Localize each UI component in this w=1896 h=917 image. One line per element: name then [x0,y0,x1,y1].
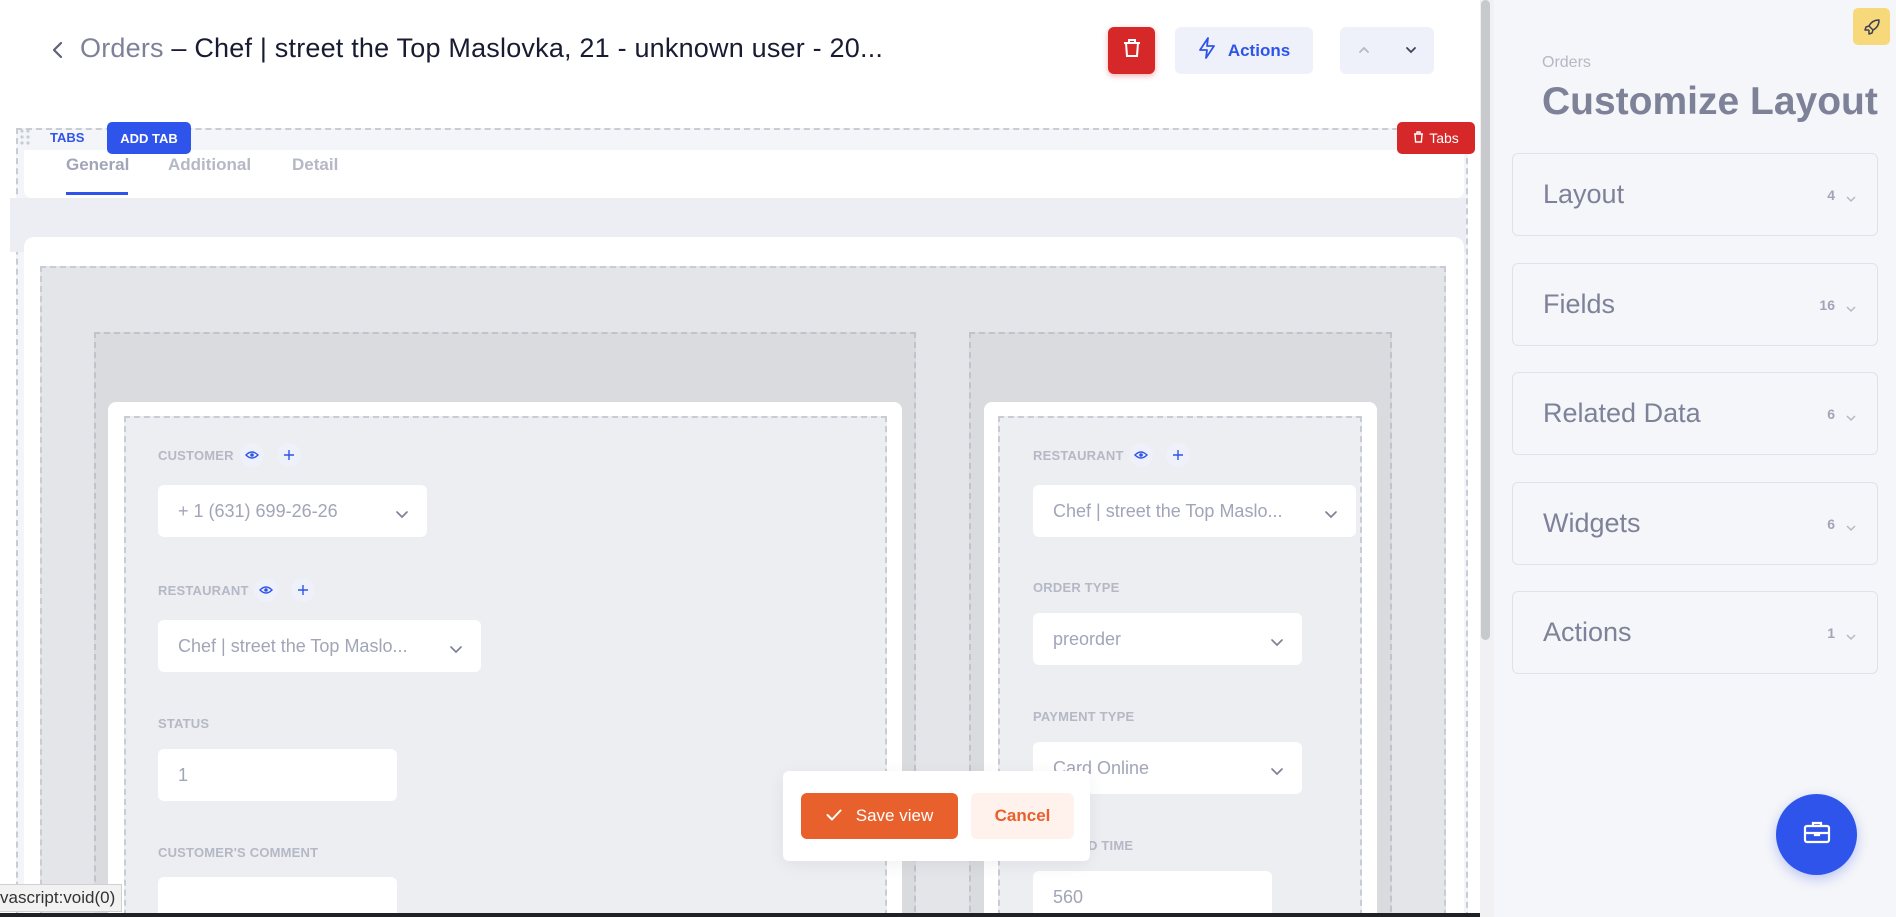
trash-icon [1413,130,1424,146]
panel-item-count: 16 [1819,297,1835,313]
actions-button-label: Actions [1227,40,1291,60]
trash-icon [1123,38,1141,63]
time-input-value: 560 [1053,886,1084,907]
customer-label: CUSTOMER [158,448,234,463]
order-type-select[interactable]: preorder [1033,613,1302,665]
panel-item-related-data[interactable]: Related Data 6 [1512,372,1878,455]
briefcase-icon [1803,820,1831,849]
time-label: D TIME [1088,838,1134,853]
toolbox-button[interactable] [1776,794,1857,875]
plus-icon[interactable] [277,443,301,467]
eye-icon[interactable] [1129,443,1153,467]
status-bar-link: vascript:void(0) [0,884,123,912]
status-input[interactable]: 1 [158,749,397,801]
panel-item-count: 4 [1827,187,1835,203]
chevron-down-icon [1845,628,1857,646]
active-tab-indicator [66,192,128,195]
tab-detail[interactable]: Detail [292,155,338,175]
panel-item-count: 6 [1827,406,1835,422]
check-icon [826,806,842,826]
add-tab-button[interactable]: ADD TAB [107,122,191,154]
panel-item-layout[interactable]: Layout 4 [1512,153,1878,236]
chevron-left-icon[interactable] [48,36,68,64]
cancel-button[interactable]: Cancel [971,793,1074,839]
chevron-down-icon [1270,631,1284,652]
drag-handle-icon[interactable] [14,123,36,151]
restaurant-select-value: Chef | street the Top Maslo... [178,635,408,656]
chevron-down-icon [1845,190,1857,208]
panel-breadcrumb: Orders [1542,54,1591,71]
customize-layout-panel [1494,0,1896,917]
rocket-icon[interactable] [1853,8,1890,45]
chevron-down-icon [1404,42,1418,60]
tabs-toolbar: TABS [14,122,98,152]
tabs-block-label: TABS [50,129,85,145]
panel-item-label: Layout [1543,179,1625,209]
delete-tabs-button[interactable]: Tabs [1397,122,1475,154]
tab-general[interactable]: General [66,155,129,175]
chevron-up-icon [1357,42,1371,60]
page-header: Orders – Chef | street the Top Maslovka,… [0,0,1480,100]
panel-item-count: 1 [1827,625,1835,641]
panel-item-fields[interactable]: Fields 16 [1512,263,1878,346]
restaurant-select-value: Chef | street the Top Maslo... [1053,500,1283,521]
status-label: STATUS [158,716,210,731]
panel-item-label: Actions [1543,617,1632,647]
restaurant-label: RESTAURANT [1033,448,1124,463]
next-record-button[interactable] [1387,27,1434,74]
restaurant-select[interactable]: Chef | street the Top Maslo... [158,620,481,672]
plus-icon[interactable] [1166,443,1190,467]
chevron-down-icon [1845,519,1857,537]
restaurant-select[interactable]: Chef | street the Top Maslo... [1033,485,1356,537]
restaurant-label: RESTAURANT [158,583,249,598]
time-input[interactable]: 560 [1033,871,1272,917]
chevron-down-icon [1845,409,1857,427]
plus-icon[interactable] [291,578,315,602]
customer-select-value: + 1 (631) 699-26-26 [178,500,338,521]
page-scrollbar-thumb[interactable] [1481,0,1490,640]
status-input-value: 1 [178,764,189,785]
chevron-down-icon [1845,300,1857,318]
panel-item-label: Fields [1543,289,1616,319]
page-title: Orders – Chef | street the Top Maslovka,… [80,33,883,64]
chevron-down-icon [1270,760,1284,781]
customer-comment-label: CUSTOMER'S COMMENT [158,845,319,860]
panel-item-actions[interactable]: Actions 1 [1512,591,1878,674]
window-bottom-edge [0,913,1480,917]
order-type-label: ORDER TYPE [1033,580,1120,595]
actions-button[interactable]: Actions [1175,27,1313,74]
chevron-down-icon [395,503,409,524]
record-title: – Chef | street the Top Maslovka, 21 - u… [163,33,884,63]
order-type-select-value: preorder [1053,628,1122,649]
delete-tabs-label: Tabs [1429,130,1459,146]
panel-item-label: Widgets [1543,508,1641,538]
tab-additional[interactable]: Additional [168,155,251,175]
panel-item-label: Related Data [1543,398,1701,428]
eye-icon[interactable] [240,443,264,467]
delete-record-button[interactable] [1108,27,1155,74]
panel-title: Customize Layout [1542,80,1878,123]
customer-comment-input[interactable] [158,877,397,917]
chevron-down-icon [1324,503,1338,524]
eye-icon[interactable] [254,578,278,602]
panel-item-count: 6 [1827,516,1835,532]
payment-type-label: PAYMENT TYPE [1033,709,1135,724]
record-page: Orders – Chef | street the Top Maslovka,… [0,0,1480,917]
lightning-icon [1198,37,1216,64]
save-view-button[interactable]: Save view [801,793,958,839]
save-view-label: Save view [855,806,934,825]
chevron-down-icon [449,638,463,659]
customer-select[interactable]: + 1 (631) 699-26-26 [158,485,427,537]
previous-record-button[interactable] [1340,27,1387,74]
panel-item-widgets[interactable]: Widgets 6 [1512,482,1878,565]
breadcrumb-orders[interactable]: Orders [80,33,164,63]
